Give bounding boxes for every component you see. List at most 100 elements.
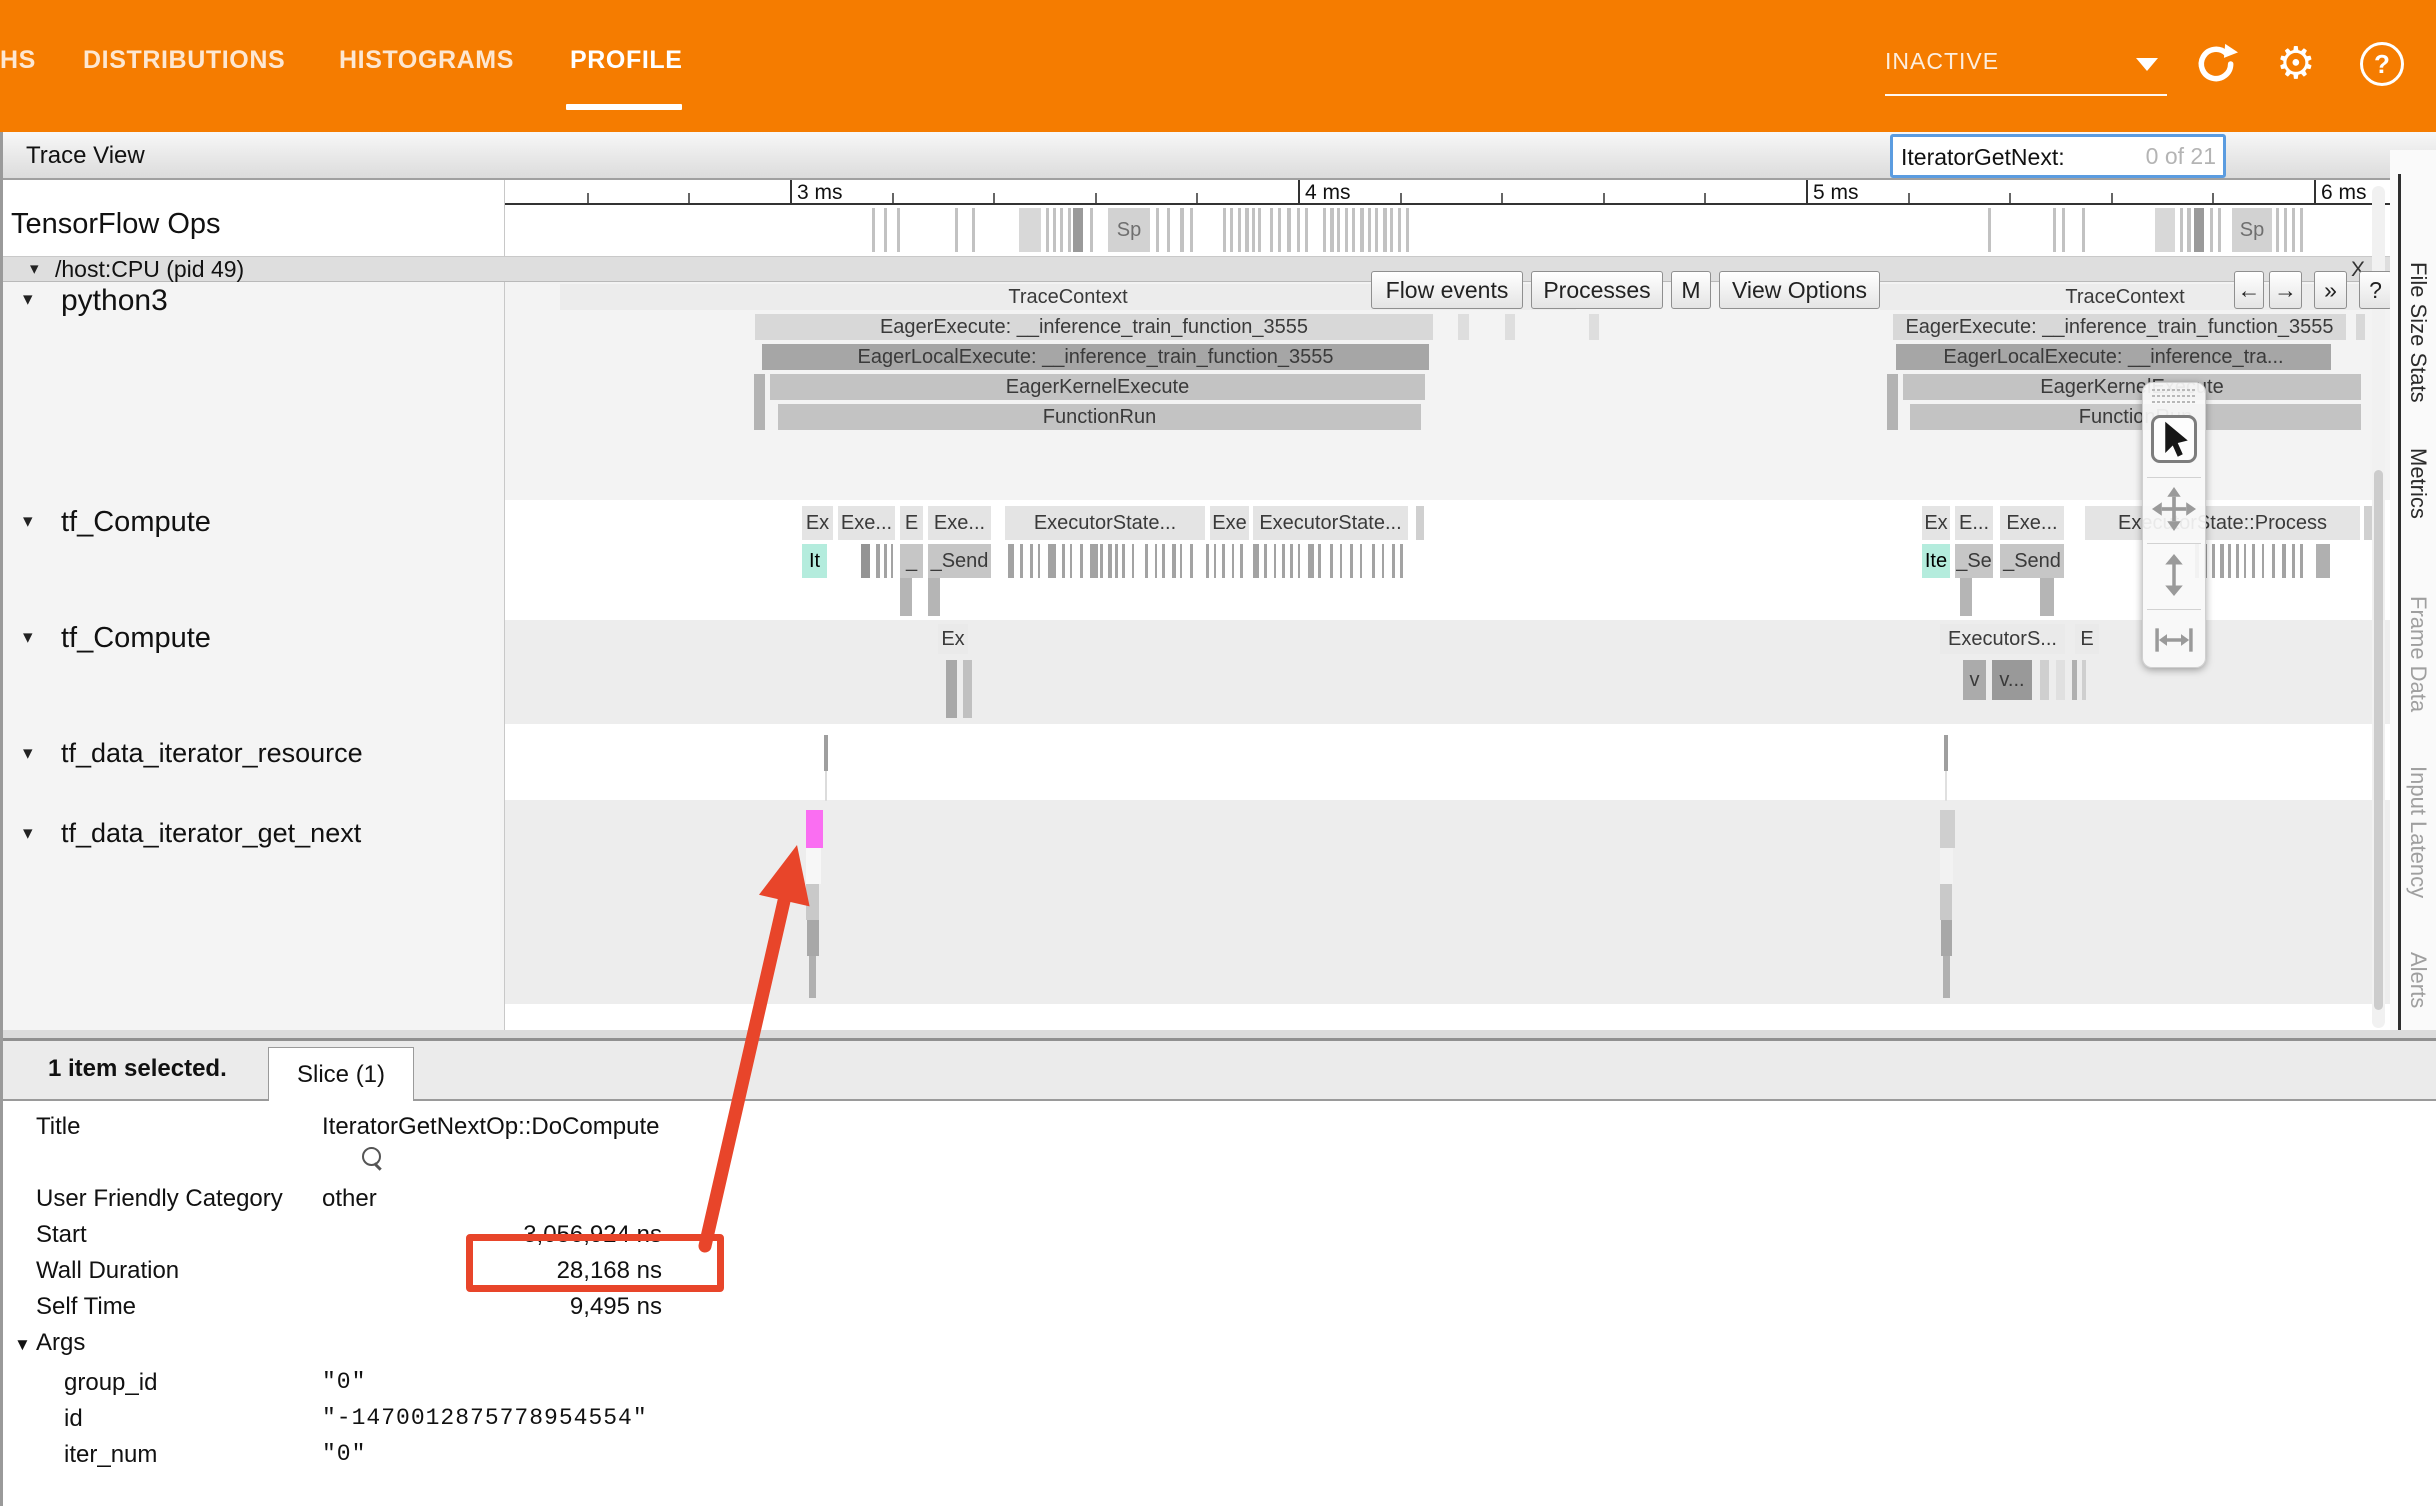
trace-event-stripe[interactable] xyxy=(1400,544,1403,578)
trace-slice[interactable]: v xyxy=(1963,660,1986,700)
trace-event-stripe[interactable] xyxy=(2056,660,2065,700)
trace-slice[interactable]: ExecutorState::Process xyxy=(2085,506,2360,540)
trace-event-stripe[interactable] xyxy=(1240,544,1243,578)
trace-event-stripe[interactable] xyxy=(2082,660,2086,700)
trace-event-stripe[interactable] xyxy=(2212,544,2215,578)
trace-event-stripe[interactable] xyxy=(1206,544,1209,578)
trace-event-stripe[interactable] xyxy=(2210,208,2213,252)
trace-event-stripe[interactable] xyxy=(2292,208,2295,252)
run-selector[interactable]: INACTIVE xyxy=(1885,48,1999,75)
select-tool-button[interactable] xyxy=(2143,409,2205,473)
trace-event-stripe[interactable] xyxy=(1352,208,1355,252)
trace-slice[interactable]: EagerLocalExecute: __inference_tra... xyxy=(1896,344,2331,370)
trace-slice[interactable]: EagerKernelExecute xyxy=(770,374,1425,400)
trace-event-stripe[interactable] xyxy=(1274,544,1276,578)
trace-slice[interactable]: _Se xyxy=(1955,544,1993,578)
trace-event-stripe[interactable] xyxy=(1122,544,1125,578)
trace-event-stripe[interactable] xyxy=(2187,208,2191,252)
trace-event-stripe[interactable] xyxy=(2282,544,2286,578)
trace-event-stripe[interactable] xyxy=(1046,208,1049,252)
trace-event-stripe[interactable] xyxy=(2284,208,2287,252)
trace-slice[interactable]: ExecutorState... xyxy=(1005,506,1205,540)
trace-event-stripe[interactable] xyxy=(2040,660,2049,700)
trace-slice[interactable] xyxy=(806,848,821,884)
trace-event-stripe[interactable] xyxy=(1330,208,1334,252)
trace-event-stripe[interactable] xyxy=(1155,544,1157,578)
trace-event-stripe[interactable] xyxy=(1270,208,1273,252)
trace-slice[interactable] xyxy=(2040,578,2054,616)
trace-slice[interactable] xyxy=(1940,884,1952,920)
trace-event-stripe[interactable] xyxy=(1172,544,1176,578)
trace-event-stripe[interactable] xyxy=(1053,208,1056,252)
trace-event-stripe[interactable] xyxy=(1297,208,1300,252)
collapse-triangle-icon[interactable]: ▾ xyxy=(23,510,33,533)
trace-event-stripe[interactable] xyxy=(1988,208,1991,252)
trace-event-stripe[interactable] xyxy=(1258,208,1261,252)
trace-event-stripe[interactable] xyxy=(2053,208,2056,252)
trace-slice[interactable] xyxy=(946,660,957,718)
trace-event-stripe[interactable] xyxy=(2194,208,2204,252)
trace-slice[interactable]: Ite xyxy=(1922,544,1950,578)
trace-event-stripe[interactable] xyxy=(872,208,875,252)
trace-slice[interactable] xyxy=(1944,735,1948,771)
trace-slice[interactable]: EagerExecute: __inference_train_function… xyxy=(1893,314,2346,340)
trace-event-stripe[interactable] xyxy=(897,208,900,252)
toolbar-button-processes[interactable]: Processes xyxy=(1531,271,1663,309)
trace-slice[interactable] xyxy=(1458,314,1469,340)
trace-event-stripe[interactable] xyxy=(1214,544,1216,578)
trace-event-stripe[interactable] xyxy=(1232,544,1234,578)
trace-slice[interactable] xyxy=(1943,956,1950,998)
trace-event-stripe[interactable] xyxy=(1340,544,1342,578)
trace-event-stripe[interactable] xyxy=(1345,208,1348,252)
trace-event-stripe[interactable] xyxy=(1223,208,1226,252)
refresh-icon[interactable] xyxy=(2194,42,2238,86)
trace-slice[interactable]: FunctionRun xyxy=(778,404,1421,430)
trace-slice[interactable] xyxy=(900,578,912,616)
trace-event-stripe[interactable] xyxy=(1070,544,1072,578)
trace-event-stripe[interactable] xyxy=(1282,544,1285,578)
collapse-triangle-icon[interactable]: ▾ xyxy=(30,259,39,279)
trace-event-stripe[interactable] xyxy=(2062,208,2065,252)
trace-slice[interactable]: EagerLocalExecute: __inference_train_fun… xyxy=(762,344,1429,370)
trace-event-stripe[interactable] xyxy=(1060,208,1063,252)
trace-slice[interactable] xyxy=(809,956,816,998)
trace-event-stripe[interactable] xyxy=(1375,208,1378,252)
trace-event-stripe[interactable] xyxy=(1068,208,1071,252)
trace-event-stripe[interactable] xyxy=(1156,208,1159,252)
trace-slice[interactable]: E... xyxy=(1955,506,1993,540)
trace-event-stripe[interactable] xyxy=(1038,544,1040,578)
trace-event-stripe[interactable] xyxy=(1368,208,1371,252)
trace-event-stripe[interactable] xyxy=(1360,544,1362,578)
sidebar-tab-input-latency[interactable]: Input Latency xyxy=(2405,766,2431,898)
trace-slice[interactable]: _Send xyxy=(928,544,991,578)
help-icon[interactable]: ? xyxy=(2360,42,2404,86)
trace-event-stripe[interactable] xyxy=(1323,208,1326,252)
trace-event-stripe[interactable] xyxy=(1278,208,1281,252)
trace-event-stripe[interactable] xyxy=(1019,208,1041,252)
trace-slice[interactable] xyxy=(1960,578,1972,616)
trace-slice[interactable]: _ xyxy=(900,544,923,578)
trace-event-stripe[interactable] xyxy=(1308,544,1314,578)
trace-event-stripe[interactable] xyxy=(2155,208,2175,252)
trace-event-stripe[interactable] xyxy=(1020,544,1023,578)
trace-slice[interactable]: ExecutorState... xyxy=(1253,506,1408,540)
toolbar-button-m[interactable]: M xyxy=(1671,271,1711,309)
trace-slice[interactable]: _Send xyxy=(2000,544,2064,578)
trace-event-stripe[interactable] xyxy=(2262,544,2264,578)
chevron-down-icon[interactable] xyxy=(2136,58,2158,71)
trace-event-stripe[interactable] xyxy=(1222,544,1225,578)
trace-slice[interactable]: Exe... xyxy=(2000,506,2064,540)
collapse-triangle-icon[interactable]: ▾ xyxy=(23,626,33,649)
trace-event-stripe[interactable] xyxy=(2252,544,2255,578)
trace-event-stripe[interactable] xyxy=(1290,544,1293,578)
palette-drag-handle-icon[interactable] xyxy=(2152,389,2196,405)
trace-event-stripe[interactable] xyxy=(876,544,880,578)
trace-event-stripe[interactable] xyxy=(1287,208,1291,252)
topbar-tab-profile[interactable]: PROFILE xyxy=(570,46,683,75)
trace-slice[interactable] xyxy=(1589,314,1599,340)
trace-event-stripe[interactable] xyxy=(1392,544,1395,578)
trace-event-stripe[interactable] xyxy=(2300,208,2303,252)
trace-slice[interactable] xyxy=(928,578,940,616)
trace-slice[interactable]: v... xyxy=(1992,660,2032,700)
collapse-triangle-icon[interactable]: ▼ xyxy=(14,1335,31,1355)
